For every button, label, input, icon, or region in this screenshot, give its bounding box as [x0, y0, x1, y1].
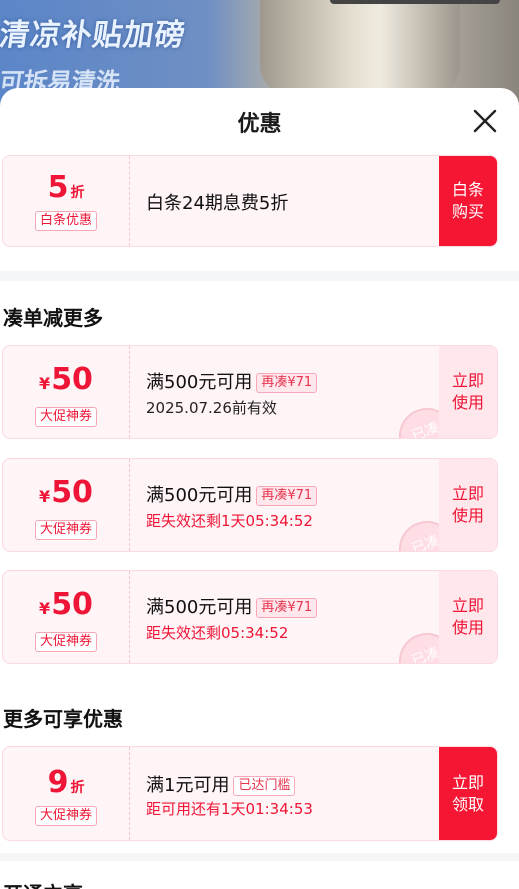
coupon-pill: 再凑¥71 — [256, 373, 318, 393]
claim-now-button[interactable]: 立即 领取 — [439, 747, 497, 840]
coupon-card: ¥50 大促神券 满500元可用 再凑¥71 2025.07.26前有效 已凑 立… — [2, 345, 498, 439]
baitiao-buy-button[interactable]: 白条 购买 — [439, 156, 497, 246]
coupon-left: 5折 白条优惠 — [3, 156, 130, 246]
use-now-button[interactable]: 立即 使用 — [439, 571, 497, 663]
section-divider — [0, 853, 519, 861]
sheet-title: 优惠 — [237, 112, 282, 137]
coupon-tag: 大促神券 — [35, 520, 98, 540]
coupon-card: ¥50 大促神券 满500元可用 再凑¥71 距失效还剩1天05:34:52 已凑… — [2, 458, 498, 552]
coupon-countdown: 距失效还剩05:34:52 — [146, 624, 289, 642]
coupon-condition: 满500元可用 再凑¥71 — [146, 481, 318, 507]
close-icon[interactable] — [472, 108, 498, 134]
coupon-amount: 5 — [47, 170, 69, 205]
coupon-tag: 大促神券 — [35, 806, 98, 826]
coupon-pill: 再凑¥71 — [256, 486, 318, 506]
coupon-unit: 折 — [70, 185, 85, 201]
blender-image — [260, 0, 460, 95]
coupon-countdown: 距失效还剩1天05:34:52 — [146, 512, 313, 530]
coupon-pill: 已达门槛 — [233, 776, 296, 796]
coupon-amount: 50 — [51, 475, 93, 510]
section-divider — [0, 271, 519, 281]
use-now-button[interactable]: 立即 使用 — [439, 459, 497, 551]
section-title-open-partial: 开通立享 — [3, 878, 83, 889]
coupon-tag: 大促神券 — [35, 407, 98, 427]
coupon-validity: 2025.07.26前有效 — [146, 399, 277, 417]
discount-sheet: 优惠 5折 白条优惠 白条24期息费5折 白条 购买 凑单减更多 ¥50 大促神… — [0, 88, 519, 889]
use-now-button[interactable]: 立即 使用 — [439, 346, 497, 438]
coupon-card: ¥50 大促神券 满500元可用 再凑¥71 距失效还剩05:34:52 已凑 立… — [2, 570, 498, 664]
coupon-condition: 满500元可用 再凑¥71 — [146, 368, 318, 394]
currency-symbol: ¥ — [39, 487, 51, 506]
coupon-description: 白条24期息费5折 — [146, 193, 289, 214]
promo-banner-text: 清凉补贴加磅 — [0, 18, 188, 53]
coupon-pill: 再凑¥71 — [256, 598, 318, 618]
section-title-more-items: 凑单减更多 — [3, 306, 103, 330]
coupon-card: 9折 大促神券 满1元可用 已达门槛 距可用还有1天01:34:53 立即 领取 — [2, 746, 498, 841]
coupon-amount: 50 — [51, 362, 93, 397]
top-bar — [330, 0, 500, 4]
section-title-more-offers: 更多可享优惠 — [3, 707, 123, 731]
coupon-countdown: 距可用还有1天01:34:53 — [146, 800, 313, 818]
currency-symbol: ¥ — [39, 599, 51, 618]
coupon-condition: 满1元可用 已达门槛 — [146, 771, 296, 797]
coupon-condition: 满500元可用 再凑¥71 — [146, 593, 318, 619]
coupon-amount: 50 — [51, 587, 93, 622]
coupon-tag: 大促神券 — [35, 632, 98, 652]
currency-symbol: ¥ — [39, 374, 51, 393]
coupon-amount: 9 — [47, 765, 69, 800]
baitiao-coupon-card: 5折 白条优惠 白条24期息费5折 白条 购买 — [2, 155, 498, 247]
coupon-unit: 折 — [70, 780, 85, 796]
coupon-tag: 白条优惠 — [35, 211, 98, 231]
